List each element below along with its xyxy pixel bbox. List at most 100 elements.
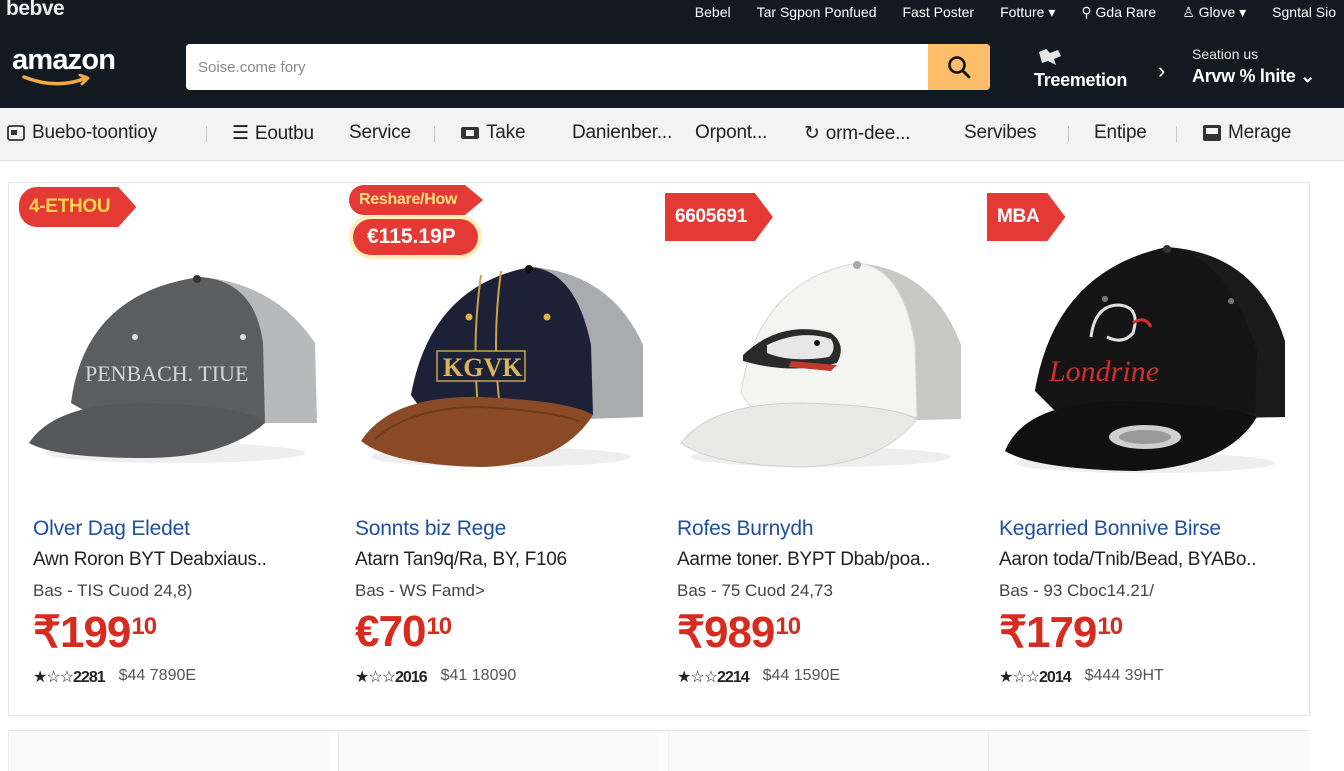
- product-image[interactable]: KGVK: [351, 255, 651, 475]
- product-card-peek[interactable]: [338, 731, 659, 771]
- cap-print: Londrine: [1048, 355, 1159, 388]
- deal-badge: MBA: [987, 193, 1065, 241]
- person-icon: ♙: [1182, 3, 1195, 20]
- price-fraction: 10: [1097, 613, 1123, 640]
- product-card[interactable]: MBA Londrine Kegarried Bonnive Birse Aar…: [975, 183, 1295, 715]
- divider: [1068, 126, 1069, 142]
- tag-icon: [7, 125, 25, 141]
- product-rating[interactable]: ★☆☆2281 $44 7890E: [33, 667, 196, 687]
- search-button[interactable]: [928, 44, 990, 90]
- rating-count: 2014: [1039, 669, 1072, 686]
- nav-item-9-label: Entipe: [1094, 122, 1147, 143]
- product-card[interactable]: Reshare/How €115.19P KGVK Sonnts biz Reg…: [331, 183, 651, 715]
- product-price: ₹17910: [999, 607, 1123, 658]
- deliver-label: Treemetion: [1034, 70, 1128, 90]
- star-rating-icon: ★☆☆2016: [355, 667, 428, 687]
- nav-item-3-label: Service: [349, 122, 411, 143]
- product-subtitle: Aarme toner. BYPT Dbab/poa..: [677, 549, 931, 570]
- nav-item-1-label: Buebo-toontioy: [32, 122, 158, 143]
- product-title[interactable]: Rofes Burnydh: [677, 517, 814, 541]
- deal-badge: 4-ETHOU: [19, 187, 136, 227]
- product-card-peek[interactable]: [668, 731, 989, 771]
- review-count: $41 18090: [440, 667, 517, 684]
- review-count: $44 1590E: [762, 667, 841, 684]
- account-line1: Seation us: [1192, 46, 1259, 62]
- star-rating-icon: ★☆☆2014: [999, 667, 1072, 687]
- nav-item-8-label: Servibes: [964, 122, 1037, 143]
- product-image[interactable]: PENBACH. TIUE: [25, 253, 325, 473]
- nav-item-7[interactable]: ↻ orm-dee...: [804, 122, 911, 145]
- nav-item-10[interactable]: Merage: [1202, 122, 1291, 144]
- nav-item-3[interactable]: Service: [349, 122, 411, 144]
- product-title[interactable]: Sonnts biz Rege: [355, 517, 506, 541]
- rating-count: 2016: [395, 669, 428, 686]
- nav-item-4[interactable]: Take: [460, 122, 526, 144]
- utility-link-3[interactable]: Fast Poster: [902, 4, 974, 20]
- rating-count: 2281: [73, 669, 106, 686]
- cap-print: KGVK: [443, 353, 523, 382]
- utility-link-2[interactable]: Tar Sgpon Ponfued: [757, 4, 877, 20]
- price-main: ₹199: [33, 608, 131, 657]
- chevron-down-icon: ▾: [1048, 3, 1056, 20]
- ticket-icon: [461, 127, 479, 139]
- utility-link-7[interactable]: Sgntal Sio: [1272, 4, 1336, 20]
- utility-link-6[interactable]: ♙ Glove ▾: [1182, 4, 1246, 21]
- nav-item-2-label: Eoutbu: [254, 122, 314, 144]
- nav-item-5[interactable]: Danienber...: [572, 122, 672, 144]
- product-row-2: [8, 730, 1309, 771]
- utility-link-4-label: Fotture: [1000, 3, 1045, 20]
- utility-link-4[interactable]: Fotture ▾: [1000, 4, 1055, 21]
- smile-arrow-icon: [22, 74, 90, 86]
- nav-item-9[interactable]: Entipe: [1094, 122, 1147, 144]
- product-rating[interactable]: ★☆☆2014 $444 39HT: [999, 667, 1164, 687]
- product-card[interactable]: 4-ETHOU PENBACH. TIUE Olver Dag Eledet A…: [9, 183, 329, 715]
- review-count: $44 7890E: [118, 667, 197, 684]
- nav-item-1[interactable]: Buebo-toontioy: [6, 122, 157, 144]
- category-nav: Buebo-toontioy ☰ Eoutbu Service Take Dan…: [0, 108, 1344, 161]
- account-menu[interactable]: Seation us Arvw % lnite ⌄: [1192, 46, 1315, 87]
- deal-badge: 6605691: [665, 193, 773, 241]
- nav-item-7-label: orm-dee...: [825, 122, 911, 144]
- price-main: ₹989: [677, 608, 775, 657]
- product-price: €7010: [355, 607, 452, 657]
- location-icon: [1039, 49, 1061, 65]
- review-count: $444 39HT: [1084, 667, 1164, 684]
- product-card[interactable]: 6605691 Rofes Burnydh Aarme toner. BYPT …: [653, 183, 973, 715]
- product-image[interactable]: Londrine: [995, 241, 1295, 481]
- nav-item-8[interactable]: Servibes: [964, 122, 1037, 144]
- utility-link-1[interactable]: Bebel: [695, 4, 731, 20]
- utility-link-6-label: Glove: [1198, 3, 1236, 20]
- amazon-logo[interactable]: amazon: [12, 44, 116, 86]
- product-card-peek[interactable]: [988, 731, 1309, 771]
- divider: [206, 126, 207, 142]
- product-subtitle: Atarn Tan9q/Ra, BY, F106: [355, 549, 567, 570]
- star-rating-icon: ★☆☆2214: [677, 667, 750, 687]
- product-card-peek[interactable]: [8, 731, 329, 771]
- cap-print: PENBACH. TIUE: [85, 361, 248, 386]
- stars: ★☆☆: [999, 669, 1040, 686]
- divider: [1176, 126, 1177, 142]
- price-fraction: 10: [131, 613, 157, 640]
- utility-bar: bebve Bebel Tar Sgpon Ponfued Fast Poste…: [0, 0, 1344, 24]
- chevron-down-icon: ⌄: [1300, 66, 1315, 86]
- product-subtitle: Awn Roron BYT Deabxiaus..: [33, 549, 267, 570]
- nav-item-6[interactable]: Orpont...: [695, 122, 767, 144]
- utility-brand[interactable]: bebve: [6, 0, 65, 21]
- stars: ★☆☆: [677, 669, 718, 686]
- product-subtitle: Aaron toda/Tnib/Bead, BYABo..: [999, 549, 1257, 570]
- price-fraction: 10: [426, 613, 452, 640]
- stars: ★☆☆: [33, 669, 74, 686]
- product-rating[interactable]: ★☆☆2214 $44 1590E: [677, 667, 840, 687]
- divider: [434, 126, 435, 142]
- nav-item-2[interactable]: ☰ Eoutbu: [232, 122, 314, 145]
- product-image[interactable]: [671, 253, 971, 473]
- star-rating-icon: ★☆☆2281: [33, 667, 106, 687]
- utility-link-5[interactable]: ⚲ Gda Rare: [1081, 4, 1156, 21]
- product-rating[interactable]: ★☆☆2016 $41 18090: [355, 667, 516, 687]
- search-bar: [186, 44, 990, 90]
- product-price: ₹19910: [33, 607, 157, 658]
- product-title[interactable]: Kegarried Bonnive Birse: [999, 517, 1221, 541]
- search-input[interactable]: [186, 44, 926, 90]
- utility-link-5-label: Gda Rare: [1095, 3, 1157, 20]
- product-title[interactable]: Olver Dag Eledet: [33, 517, 190, 541]
